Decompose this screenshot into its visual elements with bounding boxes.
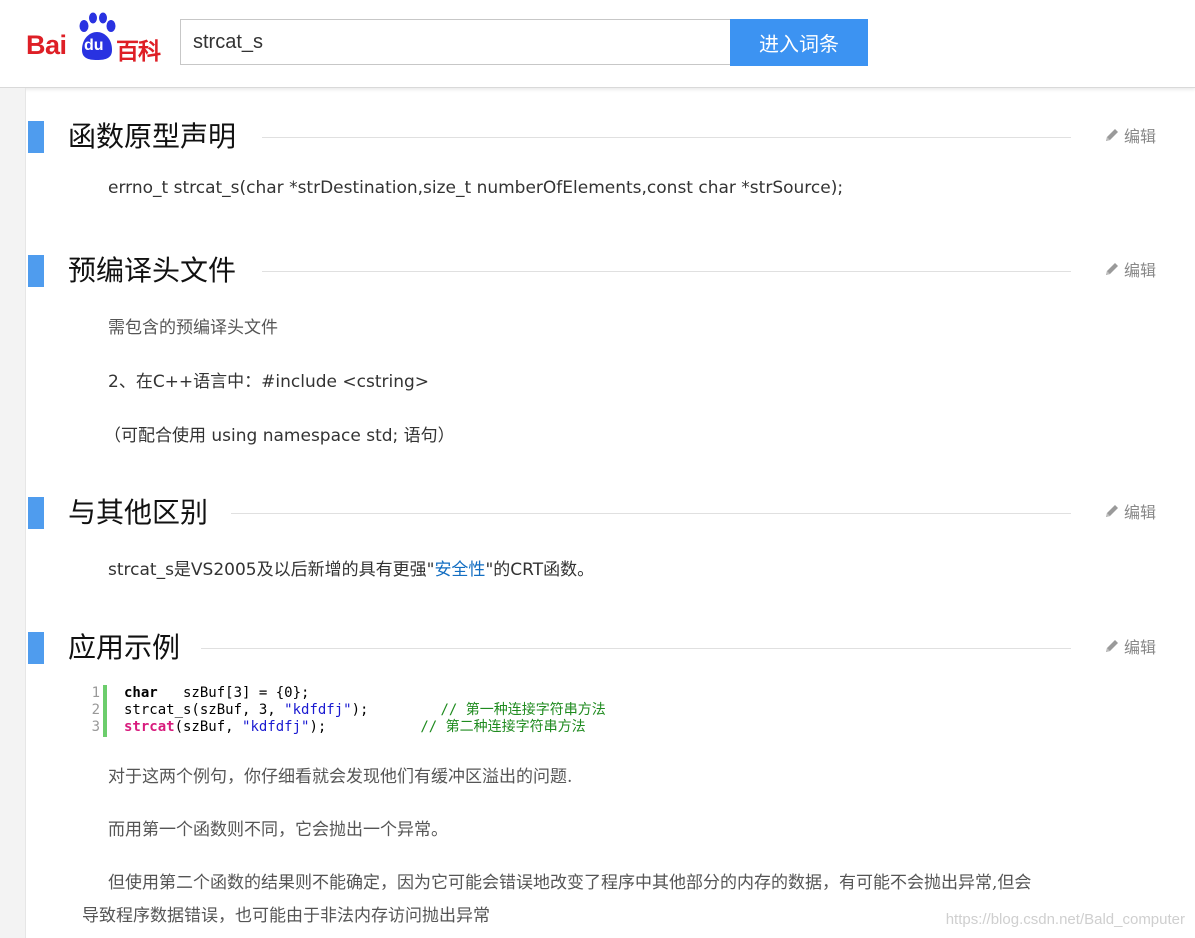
text-segment: "的CRT函数。 — [485, 560, 595, 580]
code-string: "kdfdfj" — [284, 702, 352, 718]
section-divider — [262, 271, 1071, 272]
logo-du-text: du — [84, 37, 104, 54]
section-heading-header-file: 预编译头文件 编辑 — [26, 252, 1166, 292]
code-text: ); — [351, 702, 369, 718]
safety-link[interactable]: 安全性 — [434, 560, 485, 580]
line-number: 3 — [91, 719, 100, 735]
prototype-text: errno_t strcat_s(char *strDestination,si… — [108, 178, 844, 198]
watermark: https://blog.csdn.net/Bald_computer — [945, 911, 1185, 928]
header: Bai du 百科 进入词条 — [0, 0, 1195, 88]
section-accent-bar — [28, 497, 44, 529]
edit-label: 编辑 — [1123, 503, 1156, 522]
code-string: "kdfdfj" — [242, 719, 310, 735]
edit-label: 编辑 — [1123, 127, 1156, 146]
code-keyword: char — [124, 685, 158, 701]
code-text: szBuf[3] = {0}; — [157, 685, 310, 701]
pencil-icon — [1105, 129, 1118, 141]
logo-baike-text: 百科 — [116, 39, 161, 65]
paragraph: （可配合使用 using namespace std; 语句） — [104, 426, 455, 446]
pencil-icon — [1105, 640, 1118, 652]
paragraph: 但使用第二个函数的结果则不能确定，因为它可能会错误地改变了程序中其他部分的内存的… — [108, 873, 1032, 893]
paragraph: 2、在C++语言中：#include <cstring> — [108, 372, 430, 392]
logo-bai-text: Bai — [26, 30, 67, 60]
section-divider — [262, 137, 1071, 138]
left-rail — [0, 88, 26, 938]
code-line: strcat(szBuf, "kdfdfj"); // 第二种连接字符串方法 — [124, 719, 606, 736]
code-text: strcat_s(szBuf, 3, — [124, 702, 285, 718]
edit-button[interactable]: 编辑 — [1104, 123, 1156, 147]
code-text: (szBuf, — [174, 719, 243, 735]
code-function: strcat — [124, 719, 175, 735]
section-title: 预编译头文件 — [68, 252, 247, 290]
paragraph: 导致程序数据错误，也可能由于非法内存访问抛出异常 — [82, 906, 490, 926]
line-numbers: 1 2 3 — [86, 685, 100, 736]
edit-button[interactable]: 编辑 — [1104, 634, 1156, 658]
section-title: 应用示例 — [68, 629, 191, 667]
edit-button[interactable]: 编辑 — [1104, 257, 1156, 281]
paragraph: 而用第一个函数则不同，它会抛出一个异常。 — [108, 820, 448, 840]
edit-label: 编辑 — [1123, 261, 1156, 280]
article-content: 函数原型声明 编辑 errno_t strcat_s(char *strDest… — [26, 88, 1195, 938]
section-title: 与其他区别 — [68, 494, 219, 532]
section-title: 函数原型声明 — [68, 118, 247, 156]
baidu-baike-logo[interactable]: Bai du 百科 — [26, 12, 168, 68]
code-line: char szBuf[3] = {0}; — [124, 685, 606, 702]
enter-entry-button[interactable]: 进入词条 — [730, 19, 868, 66]
section-accent-bar — [28, 632, 44, 664]
edit-button[interactable]: 编辑 — [1104, 499, 1156, 523]
line-number: 1 — [91, 685, 100, 701]
section-heading-differences: 与其他区别 编辑 — [26, 494, 1166, 534]
edit-label: 编辑 — [1123, 638, 1156, 657]
code-block: 1 2 3 char szBuf[3] = {0}; strcat_s(szBuf… — [86, 685, 786, 737]
code-comment: // 第二种连接字符串方法 — [420, 719, 586, 735]
section-heading-example: 应用示例 编辑 — [26, 629, 1166, 669]
code-gutter-bar — [103, 685, 107, 737]
code-text: ); — [309, 719, 327, 735]
paragraph: 需包含的预编译头文件 — [108, 318, 278, 338]
paragraph: 对于这两个例句，你仔细看就会发现他们有缓冲区溢出的问题. — [108, 767, 573, 787]
pencil-icon — [1105, 263, 1118, 275]
section-divider — [201, 648, 1071, 649]
search-input[interactable] — [180, 19, 730, 65]
section-accent-bar — [28, 121, 44, 153]
code-comment: // 第一种连接字符串方法 — [440, 702, 606, 718]
differences-paragraph: strcat_s是VS2005及以后新增的具有更强"安全性"的CRT函数。 — [108, 555, 594, 580]
text-segment: strcat_s是VS2005及以后新增的具有更强" — [108, 560, 435, 580]
section-accent-bar — [28, 255, 44, 287]
section-heading-prototype: 函数原型声明 编辑 — [26, 118, 1166, 158]
code-lines: char szBuf[3] = {0}; strcat_s(szBuf, 3, "… — [124, 685, 606, 736]
pencil-icon — [1105, 505, 1118, 517]
line-number: 2 — [91, 702, 100, 718]
code-line: strcat_s(szBuf, 3, "kdfdfj"); // 第一种连接字符串… — [124, 702, 606, 719]
section-divider — [231, 513, 1071, 514]
